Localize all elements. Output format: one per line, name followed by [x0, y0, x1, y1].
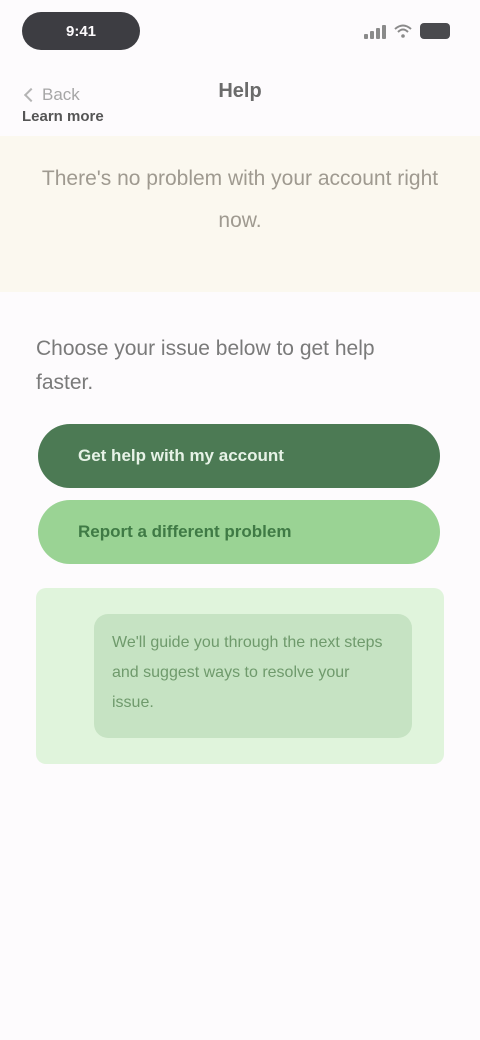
- prompt-text: Choose your issue below to get help fast…: [36, 337, 375, 394]
- help-screen: 9:41 Back Help There's no problem with y…: [0, 0, 480, 1040]
- status-bar: 9:41: [0, 0, 480, 64]
- page-title: Help: [218, 80, 262, 102]
- notice-banner: There's no problem with your account rig…: [0, 136, 480, 292]
- status-time: 9:41: [22, 12, 140, 50]
- battery-icon: [420, 23, 450, 39]
- signal-icon: [364, 23, 386, 39]
- notice-text: There's no problem with your account rig…: [41, 167, 439, 232]
- account-help-button[interactable]: Get help with my account: [38, 424, 440, 488]
- wifi-icon: [394, 24, 412, 38]
- info-card-text: We'll guide you through the next steps a…: [94, 614, 412, 738]
- report-problem-button[interactable]: Report a different problem: [38, 500, 440, 564]
- info-card: We'll guide you through the next steps a…: [36, 588, 444, 764]
- status-icons: [364, 18, 450, 44]
- learn-more-link[interactable]: Learn more: [22, 108, 104, 125]
